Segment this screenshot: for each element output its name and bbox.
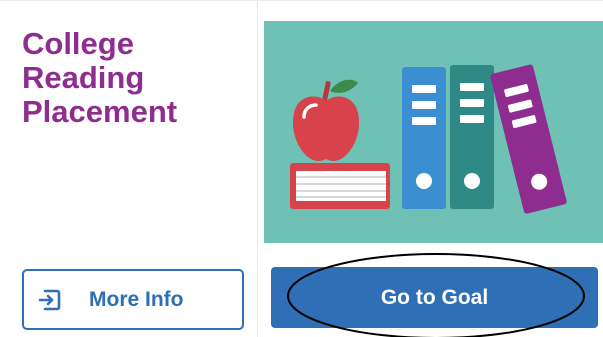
go-to-goal-label: Go to Goal: [380, 285, 489, 309]
book-icon: [290, 163, 390, 209]
course-title: College Reading Placement: [22, 27, 242, 129]
binder-icon: [450, 65, 494, 209]
apple-icon: [292, 79, 360, 161]
course-illustration: [264, 21, 603, 243]
go-to-goal-button[interactable]: Go to Goal: [271, 267, 598, 328]
more-info-label: More Info: [89, 287, 184, 311]
more-info-button[interactable]: More Info: [22, 269, 244, 330]
course-title-line-3: Placement: [22, 94, 178, 129]
binder-icon: [490, 64, 567, 214]
course-card-row: College Reading Placement More Info Go t…: [0, 0, 603, 337]
course-title-line-1: College: [22, 26, 134, 61]
binder-icon: [402, 67, 446, 209]
course-title-line-2: Reading: [22, 60, 145, 95]
sign-in-icon: [37, 287, 63, 313]
course-info-card: College Reading Placement More Info: [0, 0, 258, 337]
